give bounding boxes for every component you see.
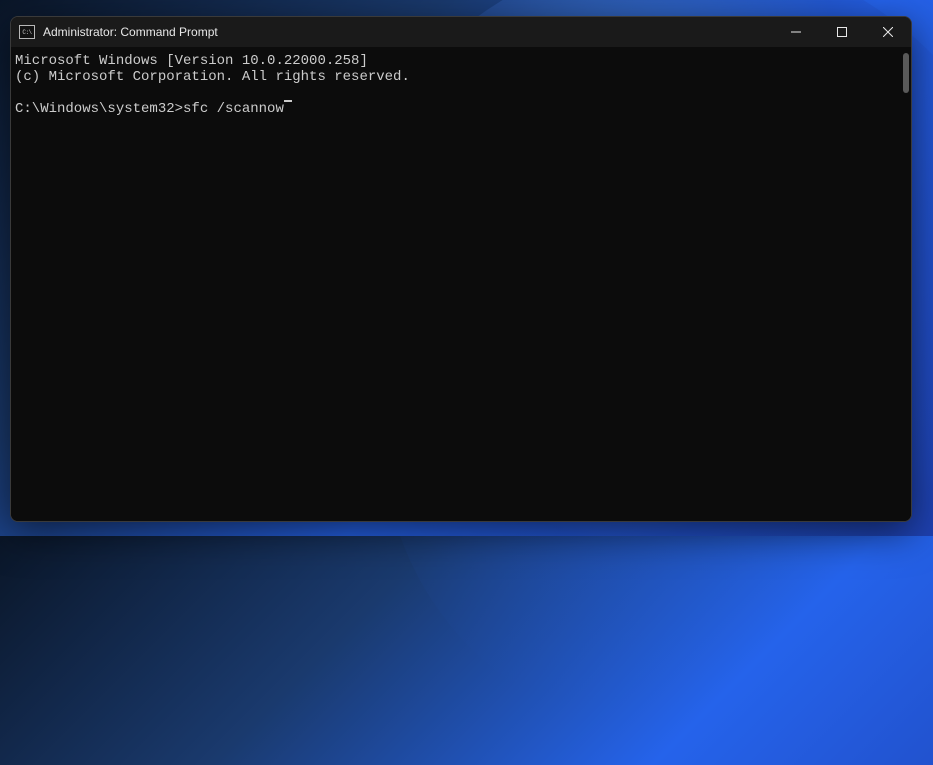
close-icon (883, 27, 893, 37)
blank-line (15, 85, 907, 101)
prompt-path: C:\Windows\system32> (15, 101, 183, 117)
terminal-body[interactable]: Microsoft Windows [Version 10.0.22000.25… (11, 47, 911, 521)
text-cursor (284, 100, 292, 102)
banner-line: Microsoft Windows [Version 10.0.22000.25… (15, 53, 907, 69)
maximize-button[interactable] (819, 17, 865, 47)
window-title: Administrator: Command Prompt (43, 25, 773, 39)
title-bar[interactable]: C:\ Administrator: Command Prompt (11, 17, 911, 47)
typed-command: sfc /scannow (183, 101, 284, 117)
command-prompt-window: C:\ Administrator: Command Prompt Micros… (10, 16, 912, 522)
copyright-line: (c) Microsoft Corporation. All rights re… (15, 69, 907, 85)
maximize-icon (837, 27, 847, 37)
prompt-line: C:\Windows\system32>sfc /scannow (15, 101, 907, 117)
window-controls (773, 17, 911, 47)
scrollbar-thumb[interactable] (903, 53, 909, 93)
close-button[interactable] (865, 17, 911, 47)
minimize-button[interactable] (773, 17, 819, 47)
minimize-icon (791, 27, 801, 37)
cmd-icon: C:\ (19, 25, 35, 39)
